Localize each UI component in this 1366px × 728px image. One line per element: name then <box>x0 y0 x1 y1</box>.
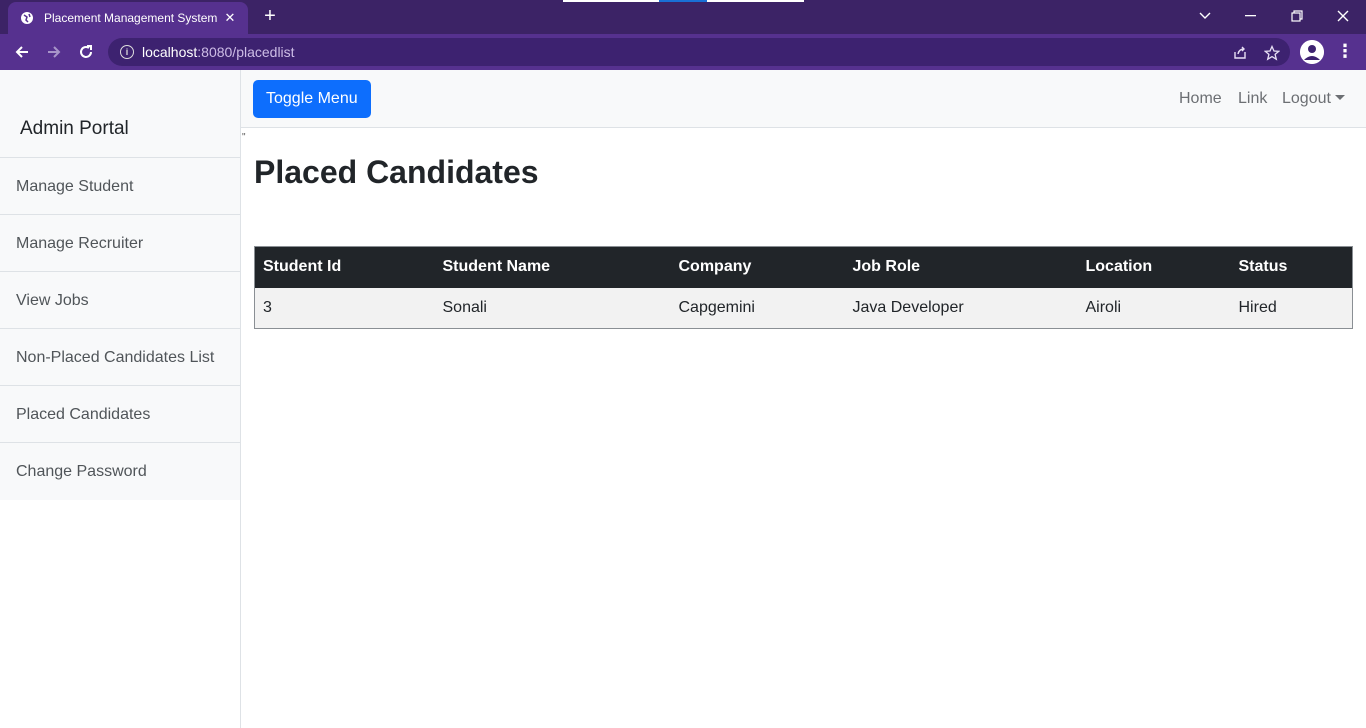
logout-label: Logout <box>1282 90 1331 107</box>
nav-link-home[interactable]: Home <box>1179 90 1222 108</box>
browser-menu-icon[interactable]: ⋮ <box>1336 40 1354 64</box>
sidebar-item-view-jobs[interactable]: View Jobs <box>0 272 240 329</box>
site-info-icon[interactable]: i <box>120 45 134 59</box>
caret-down-icon <box>1334 95 1345 100</box>
column-header: Job Role <box>852 258 921 276</box>
nav-link-link[interactable]: Link <box>1238 90 1267 108</box>
toggle-menu-button[interactable]: Toggle Menu <box>253 80 371 118</box>
table-cell: 3 <box>254 287 435 329</box>
sidebar-item-manage-student[interactable]: Manage Student <box>0 158 240 215</box>
window-strip-accent <box>659 0 707 2</box>
bookmark-star-icon[interactable] <box>1261 42 1283 64</box>
browser-toolbar: i localhost:8080/placedlist <box>0 34 1366 70</box>
url-path: :8080/placedlist <box>197 44 295 60</box>
table-cell: Capgemini <box>670 287 845 329</box>
placed-candidates-table: Student Id Student Name Company Job Role… <box>254 246 1353 329</box>
profile-avatar-icon[interactable] <box>1300 40 1324 64</box>
column-header: Status <box>1238 258 1288 276</box>
browser-tab-bar: Placement Management System ✕ + <box>0 0 1366 34</box>
top-navbar: Toggle Menu Home Link Logout <box>241 70 1366 128</box>
column-header: Student Name <box>442 258 551 276</box>
table-row: 3 Sonali Capgemini Java Developer Airoli… <box>254 287 1353 329</box>
share-icon[interactable] <box>1229 42 1251 64</box>
close-tab-icon[interactable]: ✕ <box>222 10 238 26</box>
tab-title: Placement Management System <box>44 11 218 25</box>
sidebar: Admin Portal Manage Student Manage Recru… <box>0 70 241 728</box>
table-cell: Hired <box>1230 287 1353 329</box>
table-cell: Java Developer <box>844 287 1078 329</box>
reload-icon[interactable] <box>74 40 98 64</box>
browser-tab[interactable]: Placement Management System ✕ <box>8 2 248 34</box>
sidebar-item-placed-candidates[interactable]: Placed Candidates <box>0 386 240 443</box>
minimize-icon[interactable] <box>1228 0 1274 32</box>
column-header: Company <box>678 258 752 276</box>
address-bar[interactable]: i localhost:8080/placedlist <box>108 38 1290 66</box>
column-header: Location <box>1085 258 1153 276</box>
forward-arrow-icon[interactable] <box>42 40 66 64</box>
table-header-row: Student Id Student Name Company Job Role… <box>254 246 1353 288</box>
sidebar-item-manage-recruiter[interactable]: Manage Recruiter <box>0 215 240 272</box>
window-strip <box>563 0 659 2</box>
sidebar-item-non-placed-candidates[interactable]: Non-Placed Candidates List <box>0 329 240 386</box>
column-header: Student Id <box>263 258 342 276</box>
sidebar-heading: Admin Portal <box>0 70 240 158</box>
url-host: localhost <box>142 44 198 60</box>
tab-search-icon[interactable] <box>1182 0 1228 32</box>
sidebar-item-change-password[interactable]: Change Password <box>0 443 240 500</box>
globe-icon <box>20 11 34 25</box>
close-window-icon[interactable] <box>1320 0 1366 32</box>
page-title: Placed Candidates <box>254 154 539 190</box>
back-arrow-icon[interactable] <box>10 40 34 64</box>
window-strip <box>707 0 804 2</box>
table-cell: Airoli <box>1077 287 1231 329</box>
stray-quote-mark: " <box>242 132 246 143</box>
page: Admin Portal Manage Student Manage Recru… <box>0 70 1366 728</box>
restore-icon[interactable] <box>1274 0 1320 32</box>
table-cell: Sonali <box>434 287 671 329</box>
new-tab-button[interactable]: + <box>258 5 282 29</box>
nav-dropdown-logout[interactable]: Logout <box>1282 90 1345 108</box>
